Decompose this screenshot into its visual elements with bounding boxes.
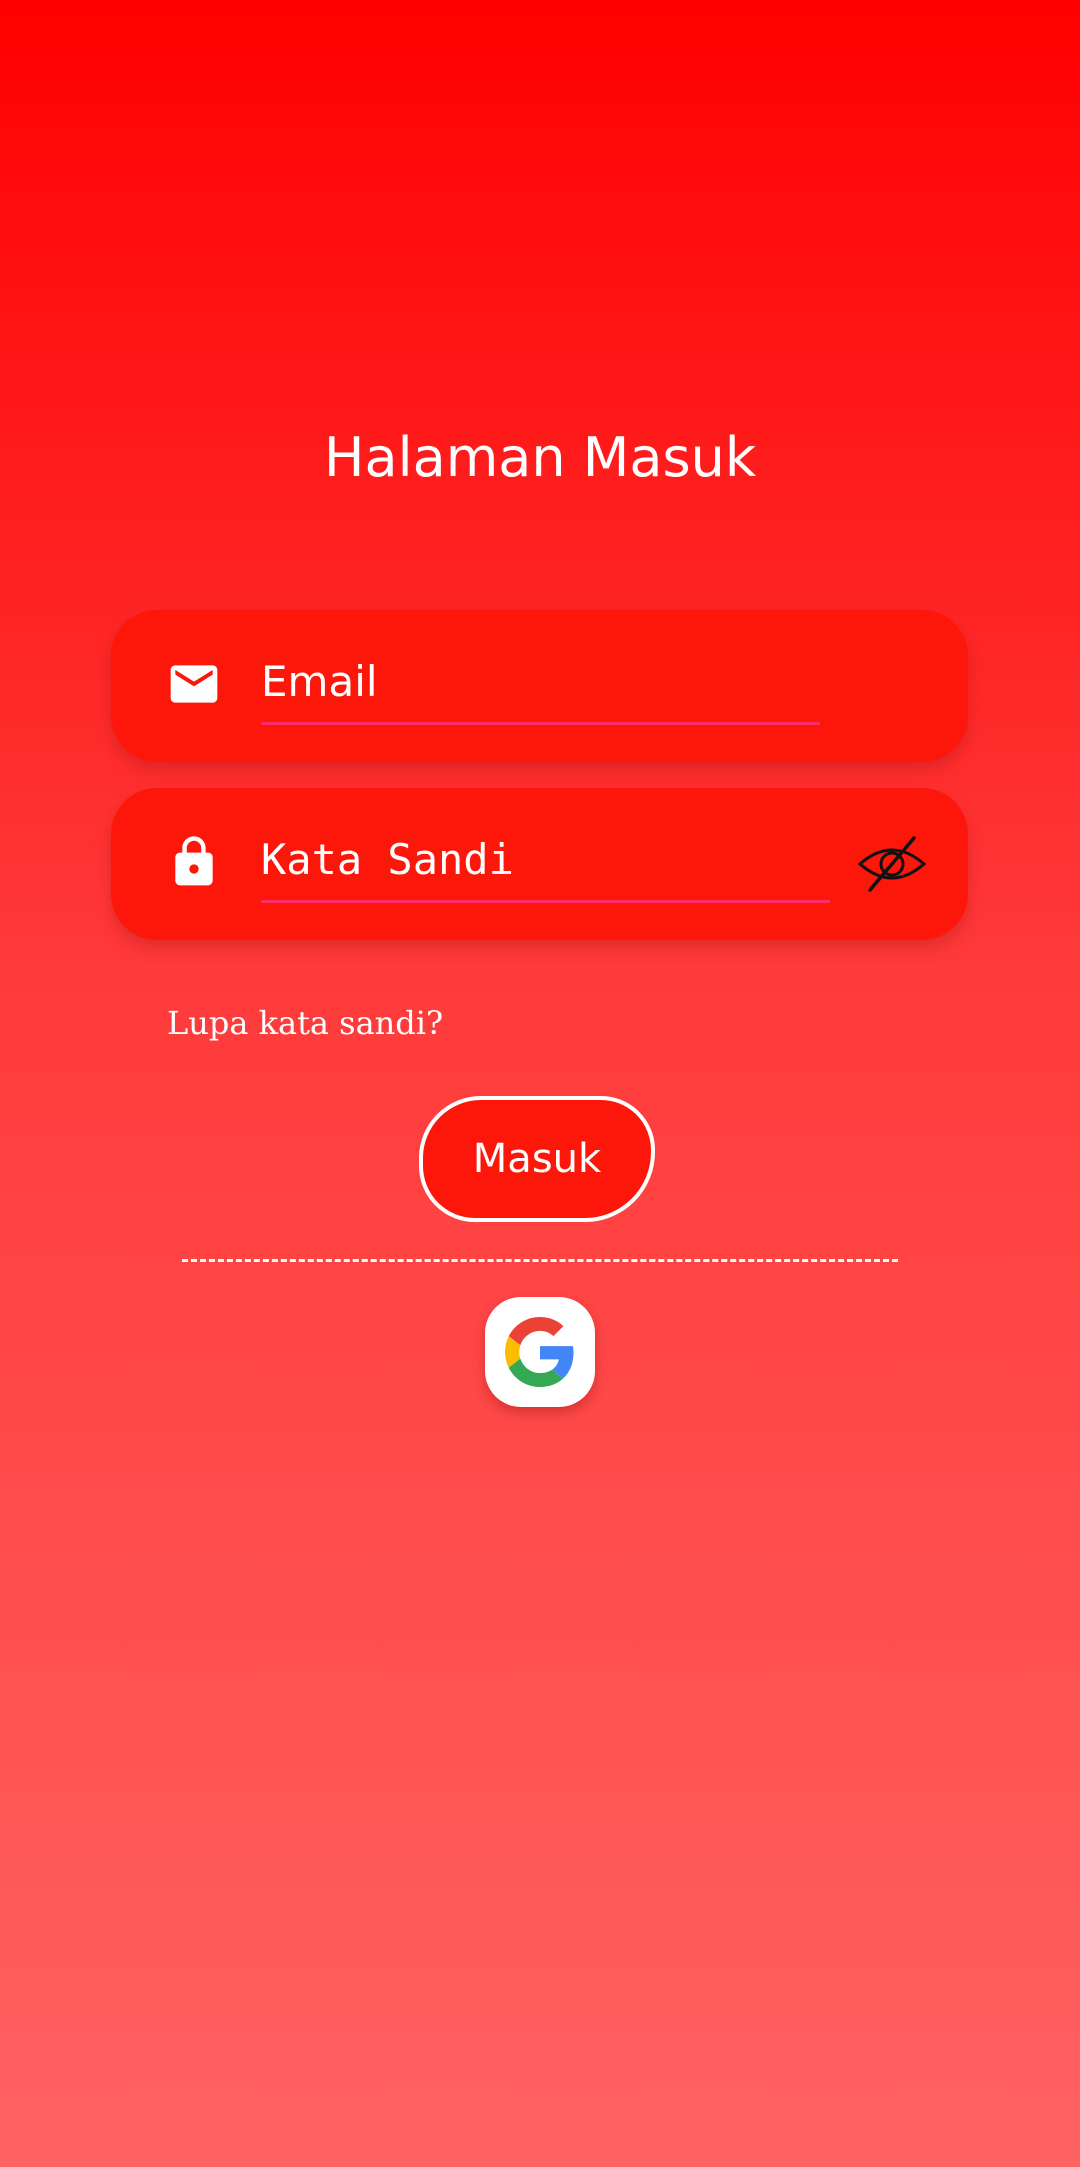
page-title: Halaman Masuk <box>323 426 757 489</box>
email-field[interactable]: Email <box>111 610 968 762</box>
google-icon <box>505 1317 574 1387</box>
divider <box>182 1259 898 1262</box>
mail-icon <box>166 656 222 712</box>
eye-off-icon[interactable] <box>856 828 928 900</box>
google-sign-in-button[interactable] <box>485 1297 595 1407</box>
lock-icon <box>166 834 222 890</box>
login-button[interactable]: Masuk <box>419 1096 655 1222</box>
password-input[interactable]: Kata Sandi <box>261 830 830 903</box>
password-field[interactable]: Kata Sandi <box>111 788 968 940</box>
email-input[interactable]: Email <box>261 652 820 725</box>
forgot-password-link[interactable]: Lupa kata sandi? <box>167 998 443 1048</box>
